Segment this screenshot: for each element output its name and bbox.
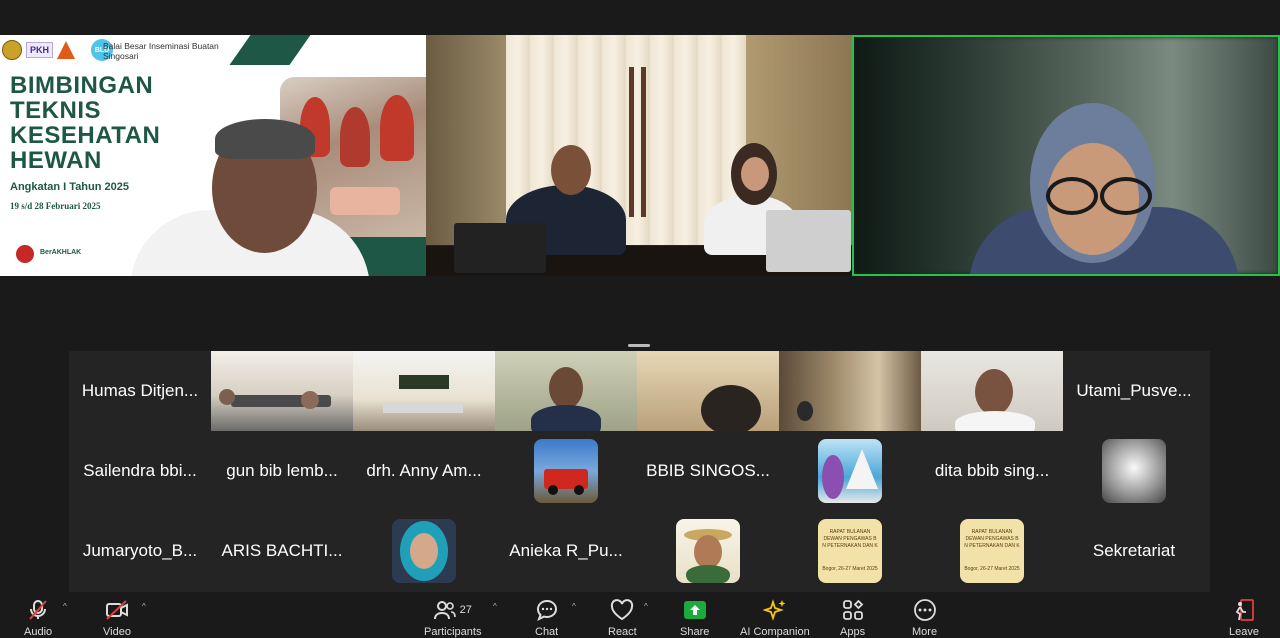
ai-companion-button[interactable]: AI Companion bbox=[740, 598, 810, 638]
camera-off-icon bbox=[104, 598, 130, 622]
audio-button[interactable]: Audio bbox=[24, 598, 52, 638]
avatar-woman-teal-hijab bbox=[392, 519, 456, 583]
leave-button[interactable]: Leave bbox=[1229, 598, 1259, 638]
participant-tile[interactable]: Utami_Pusve... bbox=[1063, 351, 1205, 431]
audio-options-caret[interactable]: ^ bbox=[63, 602, 67, 611]
participant-name: Jumaryoto_B... bbox=[82, 541, 198, 560]
participants-icon bbox=[433, 601, 456, 620]
participant-tile[interactable]: Humas Ditjen... bbox=[69, 351, 211, 431]
video-button[interactable]: Video bbox=[103, 598, 131, 638]
chat-icon bbox=[536, 598, 558, 622]
participant-tile[interactable] bbox=[1063, 431, 1205, 511]
participant-name: dita bbib sing... bbox=[934, 461, 1050, 480]
slide-subtitle: Angkatan I Tahun 2025 bbox=[10, 181, 129, 193]
participant-video[interactable] bbox=[353, 351, 495, 431]
glasses-right bbox=[1100, 177, 1152, 215]
participant-tile[interactable]: Anieka R_Pu... bbox=[495, 511, 637, 591]
participant-name: ARIS BACHTI... bbox=[221, 541, 343, 560]
slide-title: BIMBINGAN TEKNIS KESEHATAN HEWAN bbox=[10, 72, 161, 174]
slide-decoration bbox=[229, 35, 311, 65]
react-button[interactable]: React bbox=[608, 598, 637, 638]
video-tile-presentation[interactable]: PKH BLU Balai Besar Inseminasi Buatan Si… bbox=[0, 35, 426, 276]
heart-icon bbox=[610, 598, 634, 622]
share-screen-icon bbox=[683, 598, 707, 622]
meeting-toolbar: Audio ^ Video ^ 27 Participants ^ Chat ^… bbox=[0, 594, 1280, 638]
participant-tile[interactable]: RAPAT BULANAN DEWAN PENGAWAS B N PETERNA… bbox=[779, 511, 921, 591]
video-options-caret[interactable]: ^ bbox=[142, 602, 146, 611]
participant-name: drh. Anny Am... bbox=[366, 461, 482, 480]
avatar-woman-sails bbox=[818, 439, 882, 503]
participant-tile[interactable]: Sekretariat bbox=[1063, 511, 1205, 591]
leave-icon bbox=[1232, 598, 1256, 622]
avatar-rapat-bulanan: RAPAT BULANAN DEWAN PENGAWAS B N PETERNA… bbox=[818, 519, 882, 583]
more-icon bbox=[913, 598, 937, 622]
participant-tile[interactable]: BBIB SINGOS... bbox=[637, 431, 779, 511]
participant-name: BBIB SINGOS... bbox=[646, 461, 770, 480]
slide-date: 19 s/d 28 Februari 2025 bbox=[10, 201, 101, 211]
participant-tile[interactable] bbox=[353, 511, 495, 591]
participant-tile[interactable]: Jumaryoto_B... bbox=[69, 511, 211, 591]
avatar-rapat-bulanan: RAPAT BULANAN DEWAN PENGAWAS B N PETERNA… bbox=[960, 519, 1024, 583]
participant-video[interactable] bbox=[495, 351, 637, 431]
apps-icon bbox=[842, 598, 864, 622]
participant-tile[interactable] bbox=[779, 431, 921, 511]
video-tile-active-speaker[interactable] bbox=[852, 35, 1280, 276]
chat-button[interactable]: Chat bbox=[535, 598, 558, 638]
participant-tile[interactable]: dita bbib sing... bbox=[921, 431, 1063, 511]
participant-video[interactable] bbox=[779, 351, 921, 431]
video-tile-room[interactable] bbox=[426, 35, 852, 276]
participants-button[interactable]: 27 Participants bbox=[424, 598, 481, 638]
participant-name: Sailendra bbi... bbox=[83, 461, 197, 480]
participant-name: Humas Ditjen... bbox=[81, 381, 199, 400]
mountain-logo bbox=[57, 41, 76, 59]
apps-button[interactable]: Apps bbox=[840, 598, 865, 638]
participant-name: Anieka R_Pu... bbox=[509, 541, 623, 560]
participant-name: gun bib lemb... bbox=[226, 461, 338, 480]
participants-options-caret[interactable]: ^ bbox=[493, 602, 497, 611]
slide-organization: Balai Besar Inseminasi Buatan Singosari bbox=[103, 41, 219, 61]
participant-tile[interactable]: ARIS BACHTI... bbox=[211, 511, 353, 591]
participant-video[interactable] bbox=[211, 351, 353, 431]
participant-tile[interactable]: RAPAT BULANAN DEWAN PENGAWAS B N PETERNA… bbox=[921, 511, 1063, 591]
participant-tile[interactable] bbox=[637, 511, 779, 591]
participant-tile[interactable] bbox=[495, 431, 637, 511]
mic-muted-icon bbox=[26, 598, 50, 622]
react-options-caret[interactable]: ^ bbox=[644, 602, 648, 611]
avatar-red-jeep bbox=[534, 439, 598, 503]
chat-options-caret[interactable]: ^ bbox=[572, 602, 576, 611]
slide-logos: PKH BLU bbox=[2, 39, 114, 61]
more-button[interactable]: More bbox=[912, 598, 937, 638]
participant-name: Sekretariat bbox=[1092, 541, 1176, 560]
participant-tile[interactable]: drh. Anny Am... bbox=[353, 431, 495, 511]
avatar-blurred bbox=[1102, 439, 1166, 503]
participant-name: Utami_Pusve... bbox=[1076, 381, 1192, 400]
participants-count: 27 bbox=[459, 604, 472, 616]
resize-handle[interactable] bbox=[628, 344, 650, 347]
participant-video[interactable] bbox=[637, 351, 779, 431]
participant-tile[interactable]: gun bib lemb... bbox=[211, 431, 353, 511]
garuda-logo bbox=[16, 245, 34, 263]
glasses-left bbox=[1046, 177, 1098, 215]
laptop-hp bbox=[766, 210, 851, 272]
participant-tile[interactable]: Sailendra bbi... bbox=[69, 431, 211, 511]
ministry-logo bbox=[2, 40, 22, 60]
participant-gallery: Humas Ditjen... Utami_Pusve... Sailendra… bbox=[69, 351, 1210, 592]
avatar-man-hat bbox=[676, 519, 740, 583]
participant-video[interactable] bbox=[921, 351, 1063, 431]
share-button[interactable]: Share bbox=[680, 598, 709, 638]
laptop bbox=[454, 223, 546, 273]
slide-brand: BerAKHLAK bbox=[40, 249, 82, 256]
sparkle-icon bbox=[762, 598, 787, 622]
pkh-logo: PKH bbox=[26, 42, 54, 58]
